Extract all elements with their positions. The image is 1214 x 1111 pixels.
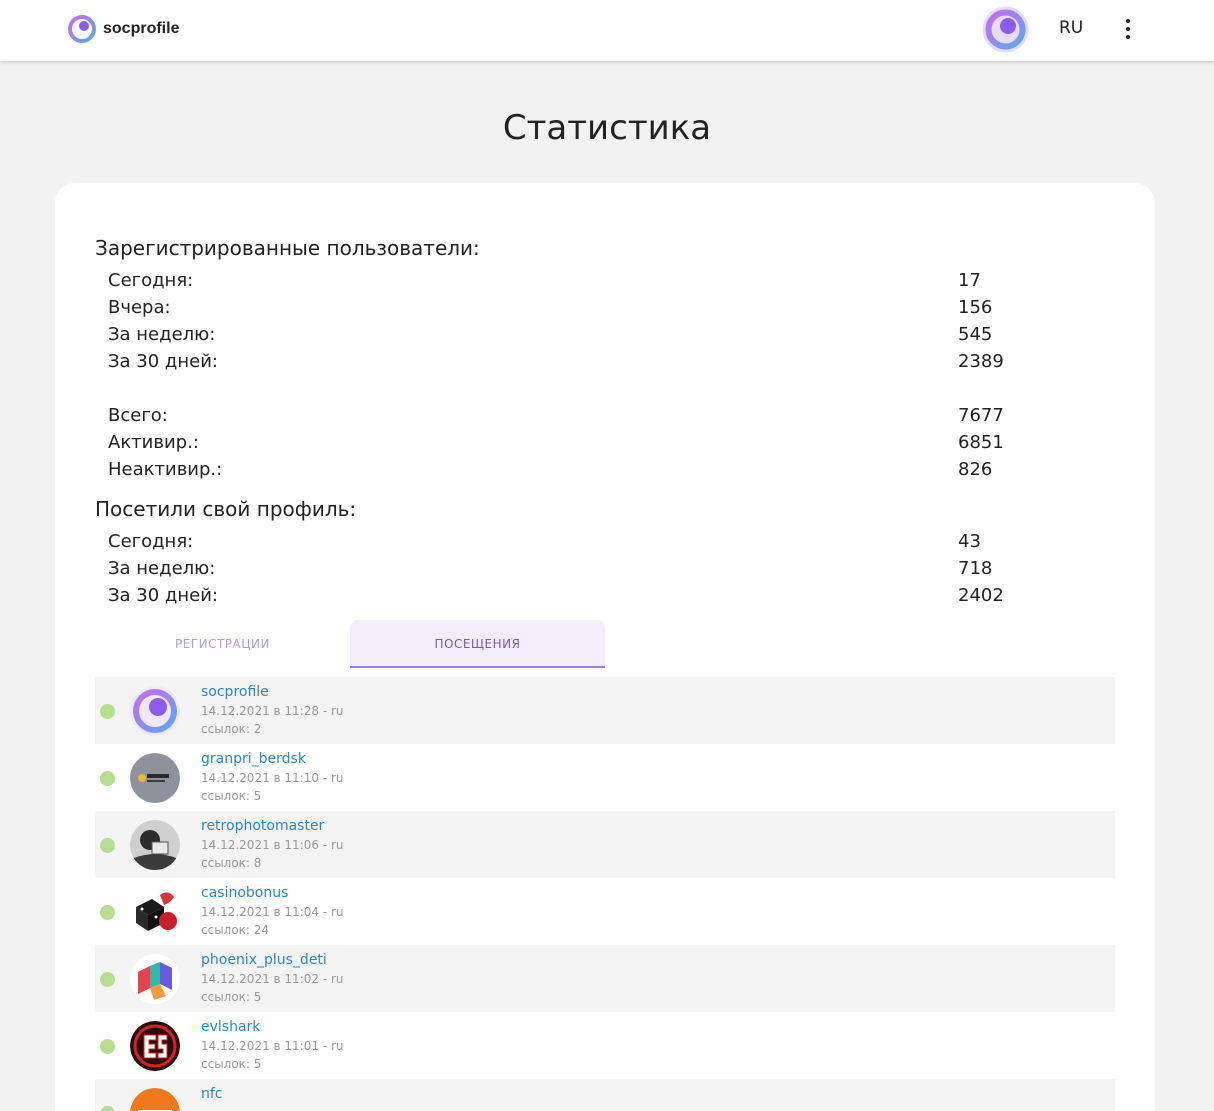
stat-label: Неактивир.: xyxy=(108,459,223,480)
stat-label: За неделю: xyxy=(108,558,216,579)
stat-label: Активир.: xyxy=(108,432,199,453)
stat-value: 2389 xyxy=(958,351,1004,372)
username-link[interactable]: socprofile xyxy=(201,684,269,700)
stat-label: За неделю: xyxy=(108,324,216,345)
logo[interactable]: socprofile xyxy=(67,14,179,44)
stat-value: 718 xyxy=(958,558,993,579)
tab-bar: РЕГИСТРАЦИИ ПОСЕЩЕНИЯ xyxy=(95,620,1115,668)
list-item[interactable]: granpri_berdsk 14.12.2021 в 11:10 - ru с… xyxy=(95,744,1115,811)
language-switcher[interactable]: RU xyxy=(1059,18,1083,38)
username-link[interactable]: phoenix_plus_deti xyxy=(201,952,327,968)
stat-label: За 30 дней: xyxy=(108,351,218,372)
logo-text: socprofile xyxy=(103,20,180,37)
phoenix-avatar xyxy=(130,954,180,1004)
username-link[interactable]: retrophotomaster xyxy=(201,818,324,834)
username-link[interactable]: granpri_berdsk xyxy=(201,751,306,767)
online-status-icon xyxy=(100,704,115,719)
stat-label: Всего: xyxy=(108,405,168,426)
socprofile-logo-icon xyxy=(68,15,96,43)
stat-value: 6851 xyxy=(958,432,1004,453)
tab-registrations[interactable]: РЕГИСТРАЦИИ xyxy=(95,620,350,668)
page-title: Статистика xyxy=(502,108,712,148)
username-link[interactable]: nfc xyxy=(201,1086,223,1102)
list-item[interactable]: retrophotomaster 14.12.2021 в 11:06 - ru… xyxy=(95,811,1115,878)
stat-value: 43 xyxy=(958,531,981,552)
online-status-icon xyxy=(100,1039,115,1054)
links-count: ссылок: 5 xyxy=(201,789,262,803)
list-item[interactable]: casinobonus 14.12.2021 в 11:04 - ru ссыл… xyxy=(95,878,1115,945)
list-item[interactable]: evlshark 14.12.2021 в 11:01 - ru ссылок:… xyxy=(95,1012,1115,1079)
visit-date: 14.12.2021 в 11:28 - ru xyxy=(201,704,344,718)
top-bar: socprofile RU xyxy=(0,0,1214,61)
online-status-icon xyxy=(100,838,115,853)
links-count: ссылок: 5 xyxy=(201,990,262,1004)
socprofile-logo-icon xyxy=(130,686,180,736)
stats-card: Зарегистрированные пользователи: Сегодня… xyxy=(55,183,1155,1111)
online-status-icon xyxy=(100,771,115,786)
more-menu-icon[interactable] xyxy=(1118,17,1138,41)
stat-value: 17 xyxy=(958,270,981,291)
online-status-icon xyxy=(100,1106,115,1111)
stat-label: Вчера: xyxy=(108,297,171,318)
links-count: ссылок: 24 xyxy=(201,923,270,937)
visit-date: 14.12.2021 в 11:06 - ru xyxy=(201,838,344,852)
links-count: ссылок: 2 xyxy=(201,722,262,736)
casino-dice-avatar xyxy=(130,887,180,937)
visit-date: 14.12.2021 в 11:01 - ru xyxy=(201,1039,344,1053)
visit-date: 14.12.2021 в 11:04 - ru xyxy=(201,905,344,919)
registered-users-title: Зарегистрированные пользователи: xyxy=(95,236,480,260)
list-item[interactable]: socprofile 14.12.2021 в 11:28 - ru ссыло… xyxy=(95,677,1115,744)
list-item[interactable]: phoenix_plus_deti 14.12.2021 в 11:02 - r… xyxy=(95,945,1115,1012)
tab-visits[interactable]: ПОСЕЩЕНИЯ xyxy=(350,620,605,668)
visit-date: 14.12.2021 в 11:02 - ru xyxy=(201,972,344,986)
user-avatar[interactable] xyxy=(982,6,1029,53)
nfc-avatar xyxy=(130,1088,180,1111)
stat-value: 2402 xyxy=(958,585,1004,606)
stat-label: Сегодня: xyxy=(108,270,194,291)
username-link[interactable]: evlshark xyxy=(201,1019,260,1035)
online-status-icon xyxy=(100,972,115,987)
stat-value: 156 xyxy=(958,297,993,318)
visit-date: 14.12.2021 в 11:10 - ru xyxy=(201,771,344,785)
username-link[interactable]: casinobonus xyxy=(201,885,288,901)
stat-value: 545 xyxy=(958,324,993,345)
stat-label: За 30 дней: xyxy=(108,585,218,606)
links-count: ссылок: 8 xyxy=(201,856,262,870)
granpri-avatar xyxy=(130,753,180,803)
stat-label: Сегодня: xyxy=(108,531,194,552)
visited-profile-title: Посетили свой профиль: xyxy=(95,497,357,521)
stat-value: 826 xyxy=(958,459,993,480)
list-item[interactable]: nfc xyxy=(95,1079,1115,1111)
evlshark-avatar xyxy=(130,1021,180,1071)
retrophoto-avatar xyxy=(130,820,180,870)
links-count: ссылок: 5 xyxy=(201,1057,262,1071)
stat-value: 7677 xyxy=(958,405,1004,426)
online-status-icon xyxy=(100,905,115,920)
